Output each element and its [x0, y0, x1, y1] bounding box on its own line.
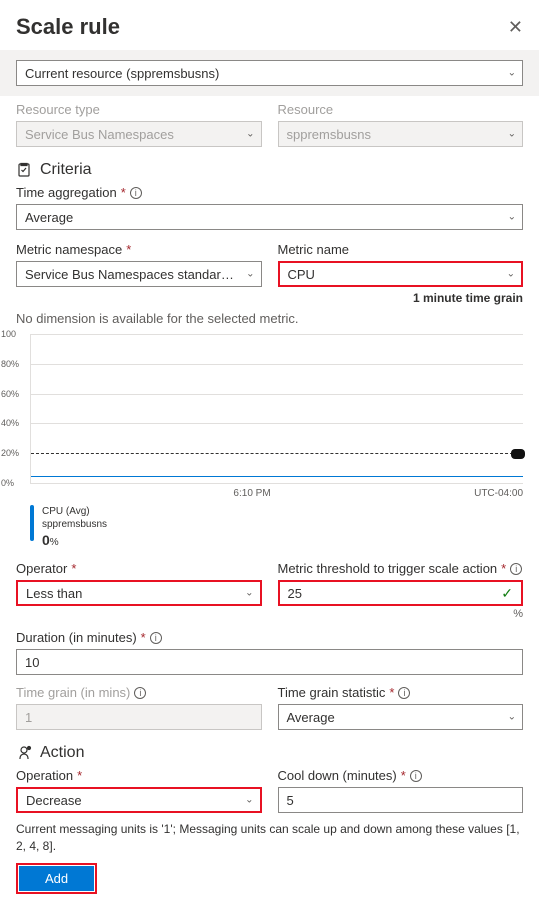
checkmark-icon: ✓ [501, 585, 513, 602]
duration-input[interactable]: 10 [16, 649, 523, 675]
time-grain-note: 1 minute time grain [278, 291, 524, 305]
time-grain-label: Time grain (in mins) i [16, 685, 262, 700]
chevron-down-icon: ⌄ [508, 68, 516, 79]
info-icon[interactable]: i [134, 687, 146, 699]
chevron-down-icon: ⌄ [508, 712, 516, 723]
metric-chart: 100 80% 60% 40% 20% 0% [30, 334, 523, 484]
chart-tz: UTC-04:00 [474, 488, 523, 499]
chart-legend: CPU (Avg) sppremsbusns 0% [30, 505, 523, 549]
resource-type-label: Resource type [16, 102, 262, 117]
time-grain-statistic-label: Time grain statistic * i [278, 685, 524, 700]
metric-namespace-select[interactable]: Service Bus Namespaces standard me... ⌄ [16, 261, 262, 287]
chevron-down-icon: ⌄ [507, 269, 515, 280]
resource-select: sppremsbusns ⌄ [278, 121, 524, 147]
add-button[interactable]: Add [19, 866, 94, 891]
duration-label: Duration (in minutes) * i [16, 630, 523, 645]
chevron-down-icon: ⌄ [508, 212, 516, 223]
chart-current-marker [511, 449, 525, 459]
info-icon[interactable]: i [130, 187, 142, 199]
threshold-input[interactable]: 25 ✓ [278, 580, 524, 606]
criteria-icon [16, 162, 32, 178]
legend-current-value: 0 [42, 532, 50, 548]
helper-text: Current messaging units is '1'; Messagin… [16, 821, 523, 855]
y-tick: 60% [1, 389, 19, 399]
chevron-down-icon: ⌄ [508, 129, 516, 140]
legend-color-swatch [30, 505, 34, 541]
y-tick: 0% [1, 478, 14, 488]
info-icon[interactable]: i [510, 563, 522, 575]
operation-label: Operation * [16, 768, 262, 783]
chevron-down-icon: ⌄ [245, 588, 253, 599]
no-dimension-text: No dimension is available for the select… [16, 311, 523, 326]
operator-select[interactable]: Less than ⌄ [16, 580, 262, 606]
metric-name-select[interactable]: CPU ⌄ [278, 261, 524, 287]
resource-label: Resource [278, 102, 524, 117]
threshold-label: Metric threshold to trigger scale action… [278, 561, 524, 576]
close-icon[interactable]: ✕ [508, 17, 523, 38]
time-aggregation-select[interactable]: Average ⌄ [16, 204, 523, 230]
y-tick: 20% [1, 448, 19, 458]
metric-namespace-label: Metric namespace * [16, 242, 262, 257]
x-tick: 6:10 PM [233, 488, 270, 499]
metric-name-label: Metric name [278, 242, 524, 257]
time-aggregation-label: Time aggregation * i [16, 185, 523, 200]
info-icon[interactable]: i [410, 770, 422, 782]
chevron-down-icon: ⌄ [246, 129, 254, 140]
panel-title: Scale rule [16, 14, 120, 40]
time-grain-statistic-select[interactable]: Average ⌄ [278, 704, 524, 730]
info-icon[interactable]: i [150, 632, 162, 644]
resource-scope-select[interactable]: Current resource (sppremsbusns) ⌄ [16, 60, 523, 86]
add-button-highlight: Add [16, 863, 97, 894]
resource-type-select: Service Bus Namespaces ⌄ [16, 121, 262, 147]
legend-series-resource: sppremsbusns [42, 518, 107, 531]
cooldown-input[interactable]: 5 [278, 787, 524, 813]
threshold-unit: % [278, 608, 524, 620]
operation-select[interactable]: Decrease ⌄ [16, 787, 262, 813]
resource-scope-value: Current resource (sppremsbusns) [25, 66, 219, 81]
chevron-down-icon: ⌄ [245, 795, 253, 806]
chevron-down-icon: ⌄ [246, 269, 254, 280]
series-line [31, 476, 523, 477]
action-heading: Action [40, 744, 84, 762]
cooldown-label: Cool down (minutes) * i [278, 768, 524, 783]
info-icon[interactable]: i [398, 687, 410, 699]
time-grain-input: 1 [16, 704, 262, 730]
y-tick: 100 [1, 329, 16, 339]
criteria-heading: Criteria [40, 161, 92, 179]
y-tick: 40% [1, 418, 19, 428]
legend-series-name: CPU (Avg) [42, 505, 107, 518]
y-tick: 80% [1, 359, 19, 369]
action-icon [16, 745, 32, 761]
operator-label: Operator * [16, 561, 262, 576]
